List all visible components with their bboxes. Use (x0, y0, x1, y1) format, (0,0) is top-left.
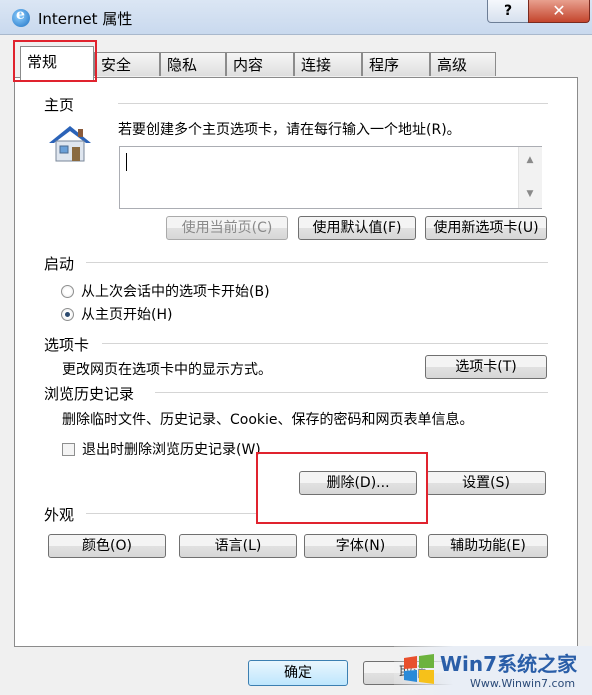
watermark-brand: Win7系统之家 (440, 652, 578, 676)
tab-programs[interactable]: 程序 (362, 52, 430, 76)
tabs-description: 更改网页在选项卡中的显示方式。 (62, 362, 272, 378)
tab-advanced[interactable]: 高级 (430, 52, 496, 76)
startup-section-label: 启动 (44, 255, 75, 273)
fonts-button[interactable]: 字体(N) (304, 534, 417, 558)
home-page-address-field[interactable]: ▲ ▼ (119, 146, 542, 209)
use-new-tab-button[interactable]: 使用新选项卡(U) (425, 216, 547, 240)
internet-explorer-icon (12, 7, 30, 27)
use-default-button[interactable]: 使用默认值(F) (298, 216, 416, 240)
use-current-page-button[interactable]: 使用当前页(C) (166, 216, 288, 240)
highlight-box-delete (256, 452, 428, 524)
delete-history-on-exit-checkbox[interactable] (62, 443, 75, 456)
startup-last-session-radio[interactable] (61, 285, 74, 298)
startup-section-divider (86, 262, 548, 264)
window-title: Internet 属性 (38, 10, 133, 28)
startup-home-page-label[interactable]: 从主页开始(H) (81, 304, 172, 324)
colors-button[interactable]: 颜色(O) (48, 534, 166, 558)
tab-content[interactable]: 内容 (226, 52, 294, 76)
help-button[interactable]: ? (487, 0, 529, 23)
home-hint-text: 若要创建多个主页选项卡，请在每行输入一个地址(R)。 (118, 122, 461, 138)
tab-security[interactable]: 安全 (94, 52, 160, 76)
languages-button[interactable]: 语言(L) (179, 534, 297, 558)
delete-history-on-exit-label[interactable]: 退出时删除浏览历史记录(W) (82, 439, 261, 459)
history-section-label: 浏览历史记录 (44, 385, 135, 403)
history-description: 删除临时文件、历史记录、Cookie、保存的密码和网页表单信息。 (62, 412, 474, 428)
tabs-section-divider (102, 343, 548, 345)
highlight-box-general-tab (13, 40, 97, 82)
startup-last-session-label[interactable]: 从上次会话中的选项卡开始(B) (81, 281, 270, 301)
scroll-down-arrow-icon[interactable]: ▼ (519, 189, 541, 199)
address-scrollbar[interactable]: ▲ ▼ (518, 147, 542, 208)
scroll-up-arrow-icon[interactable]: ▲ (519, 155, 541, 165)
appearance-section-label: 外观 (44, 506, 75, 524)
ok-button[interactable]: 确定 (248, 660, 348, 686)
tabs-section-label: 选项卡 (44, 336, 90, 354)
close-button[interactable]: ✕ (528, 0, 590, 23)
text-caret (126, 153, 127, 171)
tabs-settings-button[interactable]: 选项卡(T) (425, 355, 547, 379)
home-section-label: 主页 (44, 96, 75, 114)
tab-privacy[interactable]: 隐私 (160, 52, 226, 76)
windows-logo-icon (404, 654, 434, 684)
history-settings-button[interactable]: 设置(S) (426, 471, 546, 495)
home-icon (49, 126, 91, 162)
home-section-divider (118, 103, 548, 105)
history-section-divider (155, 392, 548, 394)
appearance-section-divider (86, 513, 256, 515)
startup-home-page-radio[interactable] (61, 308, 74, 321)
accessibility-button[interactable]: 辅助功能(E) (428, 534, 548, 558)
watermark-url: Www.Winwin7.com (470, 677, 576, 690)
tab-connections[interactable]: 连接 (294, 52, 362, 76)
